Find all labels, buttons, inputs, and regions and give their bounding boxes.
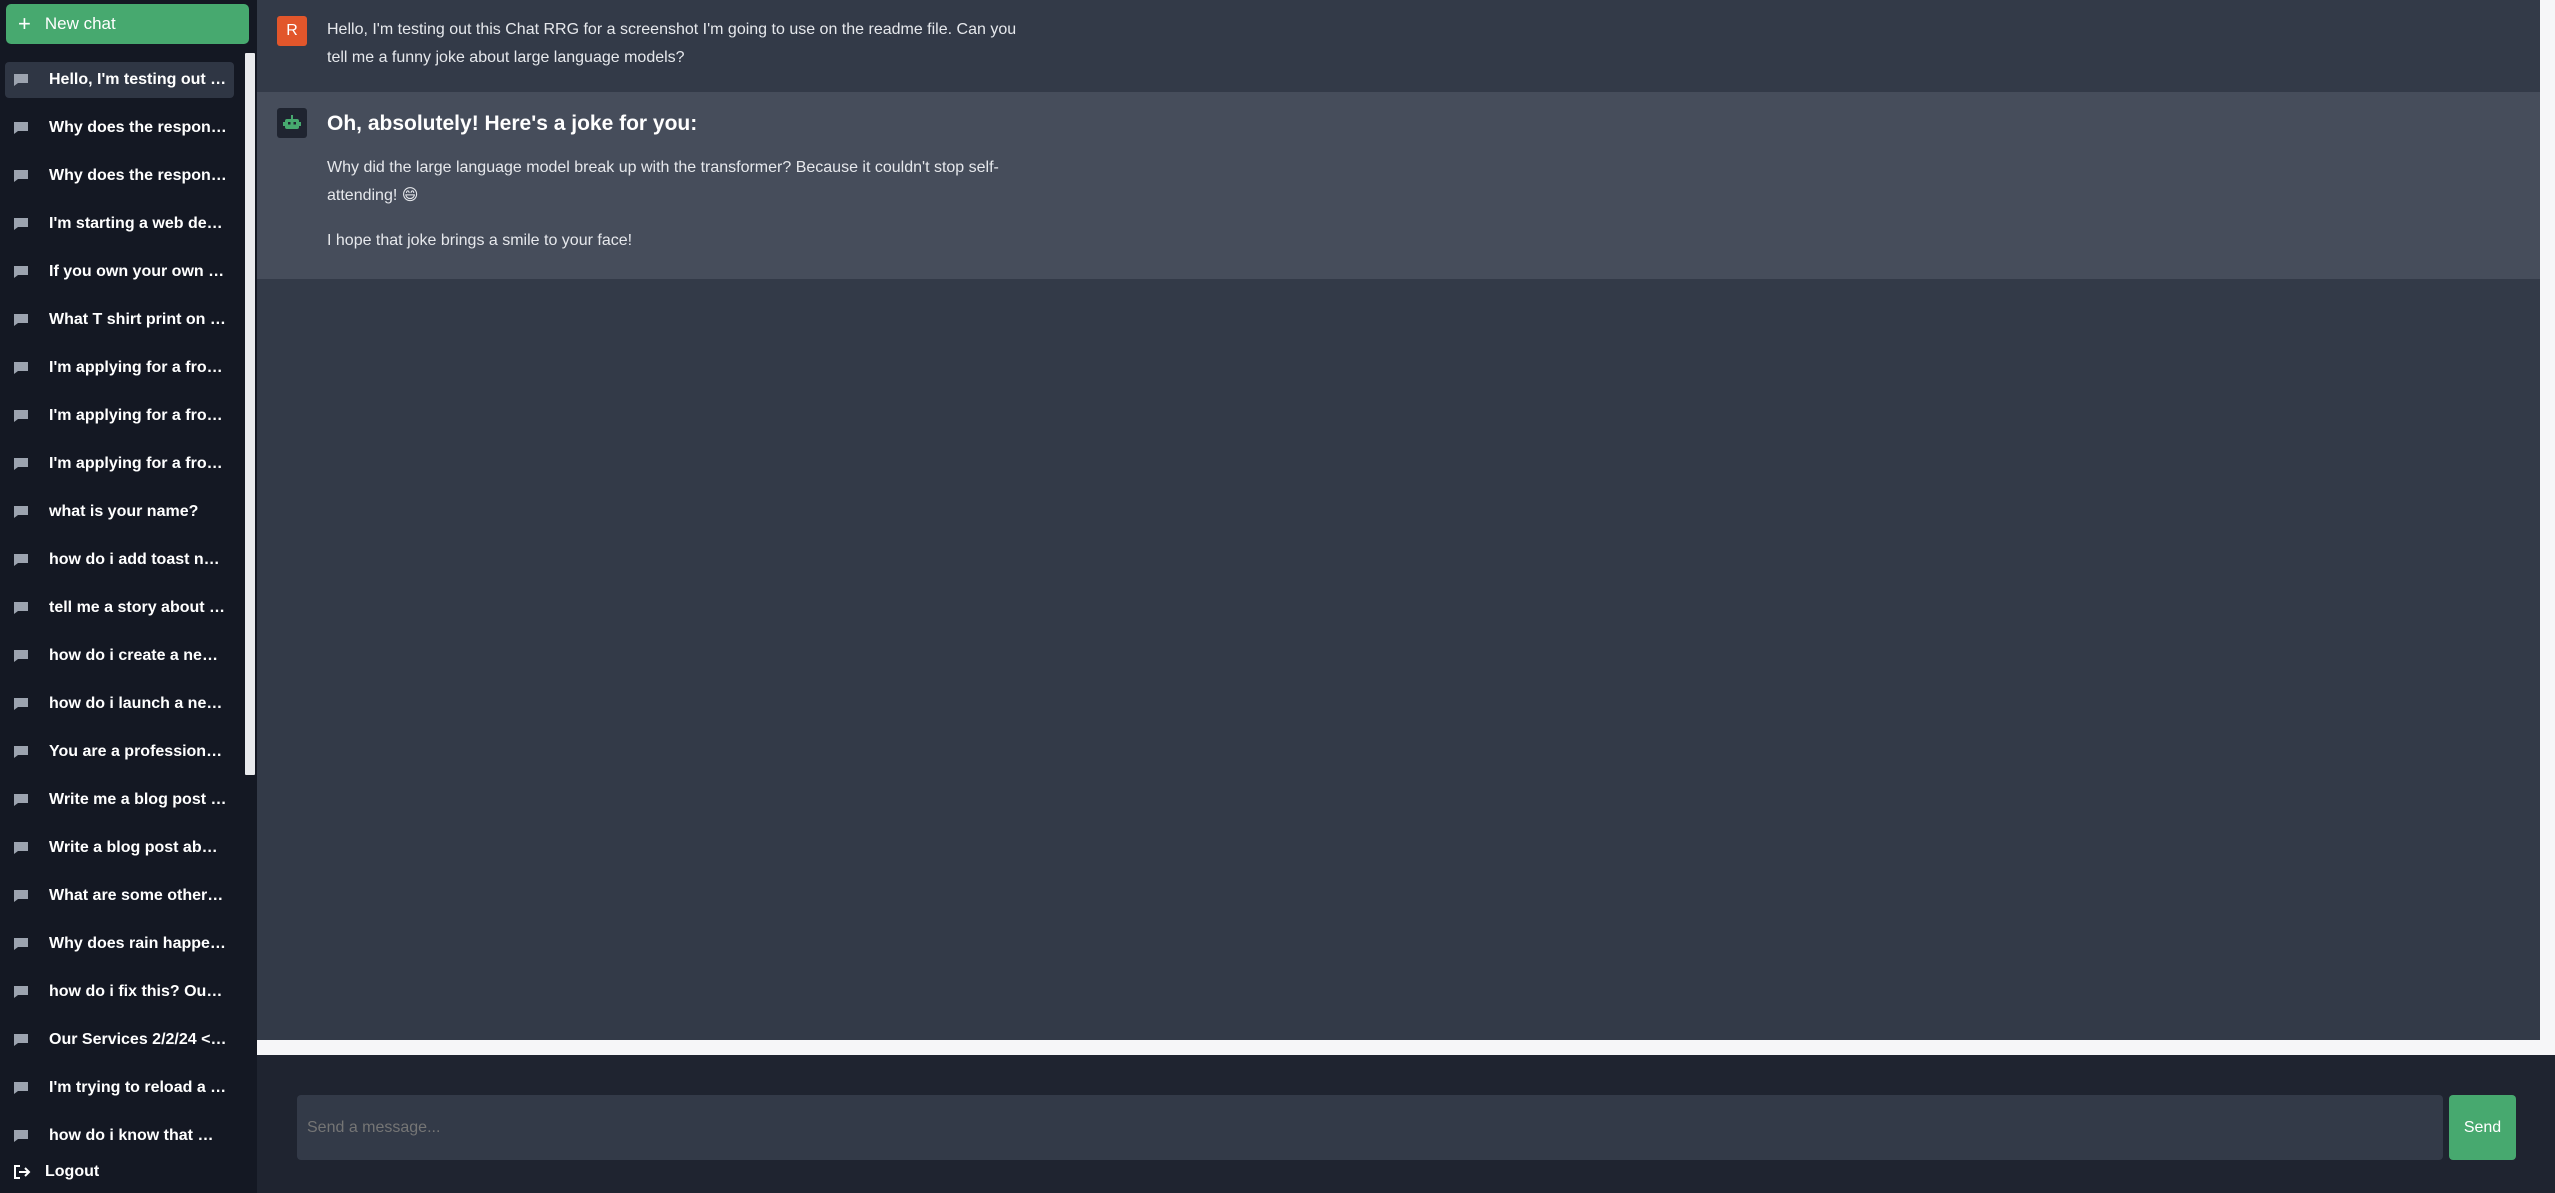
chat-history-item[interactable]: I'm applying for a front ... <box>5 350 234 386</box>
chat-history-item[interactable]: how do i add toast notifi... <box>5 542 234 578</box>
chat-history-label: I'm starting a web desig... <box>49 215 227 232</box>
logout-label: Logout <box>45 1163 100 1180</box>
chat-history-item[interactable]: what is your name? <box>5 494 234 530</box>
bot-closing-text: I hope that joke brings a smile to your … <box>327 232 633 249</box>
user-message-text: Hello, I'm testing out this Chat RRG for… <box>327 21 1017 66</box>
plus-icon: + <box>18 11 31 36</box>
sidebar-scrollbar[interactable] <box>243 53 257 1145</box>
chat-bubble-icon <box>13 745 29 759</box>
chat-history-label: Write a blog post about ... <box>49 839 227 856</box>
chat-history-label: how do i launch a new a... <box>49 695 227 712</box>
chat-bubble-icon <box>13 121 29 135</box>
chat-bubble-icon <box>13 601 29 615</box>
chat-history-label: Why does rain happen? <box>49 935 227 952</box>
user-avatar: R <box>277 16 307 46</box>
chat-history-item[interactable]: tell me a story about Ta... <box>5 590 234 626</box>
chat-bubble-icon <box>13 73 29 87</box>
chat-history-item[interactable]: I'm applying for a front ... <box>5 398 234 434</box>
sidebar: + New chat Hello, I'm testing out this C… <box>0 0 257 1193</box>
chat-history-item[interactable]: I'm trying to reload a ta... <box>5 1070 234 1106</box>
chat-history-item[interactable]: Why does the response ... <box>5 110 234 146</box>
chat-bubble-icon <box>13 937 29 951</box>
new-chat-button[interactable]: + New chat <box>6 4 249 44</box>
chat-history-item[interactable]: how do i create a new a... <box>5 638 234 674</box>
chat-history-label: how do i know that my ... <box>49 1127 227 1144</box>
chat-bubble-icon <box>13 1129 29 1143</box>
chat-history-item[interactable]: Write a blog post about ... <box>5 830 234 866</box>
horizontal-scrollbar[interactable] <box>257 1040 2540 1055</box>
bot-heading: Oh, absolutely! Here's a joke for you: <box>327 112 698 135</box>
chat-bubble-icon <box>13 217 29 231</box>
chat-history-item[interactable]: Our Services 2/2/24 <di... <box>5 1022 234 1058</box>
chat-history-label: Hello, I'm testing out this Chat RRG for… <box>49 71 227 88</box>
chat-bubble-icon <box>13 169 29 183</box>
chat-bubble-icon <box>13 553 29 567</box>
chat-history-label: Why does the response ... <box>49 167 227 184</box>
chat-history-label: how do i fix this? Our Fi... <box>49 983 227 1000</box>
chat-history-label: how do i create a new a... <box>49 647 227 664</box>
chat-bubble-icon <box>13 1033 29 1047</box>
sidebar-scrollbar-thumb[interactable] <box>245 53 255 775</box>
chat-bubble-icon <box>13 313 29 327</box>
user-initial: R <box>286 22 298 39</box>
chat-bubble-icon <box>13 361 29 375</box>
chat-history-label: What are some other w... <box>49 887 227 904</box>
chat-bubble-icon <box>13 889 29 903</box>
chat-history-label: I'm applying for a front ... <box>49 359 227 376</box>
chat-bubble-icon <box>13 409 29 423</box>
chat-history-item[interactable]: You are a professional p... <box>5 734 234 770</box>
chat-bubble-icon <box>13 265 29 279</box>
chat-bubble-icon <box>13 697 29 711</box>
send-button[interactable]: Send <box>2449 1095 2516 1160</box>
chat-history-item[interactable]: Hello, I'm testing out this Chat RRG for… <box>5 62 234 98</box>
bot-avatar <box>277 108 307 138</box>
chat-history-label: You are a professional p... <box>49 743 227 760</box>
bot-body-text: Why did the large language model break u… <box>327 159 999 204</box>
chat-history-item[interactable]: Why does the response ... <box>5 158 234 194</box>
chat-history-item[interactable]: Why does rain happen? <box>5 926 234 962</box>
robot-icon <box>283 115 301 129</box>
chat-history-label: I'm trying to reload a ta... <box>49 1079 227 1096</box>
conversation: R Hello, I'm testing out this Chat RRG f… <box>257 0 2540 1040</box>
chat-bubble-icon <box>13 1081 29 1095</box>
chat-history-label: What T shirt print on de... <box>49 311 227 328</box>
chat-history-label: what is your name? <box>49 503 199 520</box>
chat-history-label: Why does the response ... <box>49 119 227 136</box>
bot-message: Oh, absolutely! Here's a joke for you: W… <box>257 92 2540 279</box>
chat-history-item[interactable]: how do i know that my ... <box>5 1118 234 1146</box>
chat-bubble-icon <box>13 457 29 471</box>
chat-history-list: Hello, I'm testing out this Chat RRG for… <box>0 56 243 1146</box>
chat-history-item[interactable]: If you own your own we... <box>5 254 234 290</box>
conversation-scrollbar[interactable] <box>2540 0 2555 1055</box>
logout-icon <box>14 1165 31 1179</box>
chat-history-label: Write me a blog post ab... <box>49 791 227 808</box>
chat-history-item[interactable]: how do i launch a new a... <box>5 686 234 722</box>
chat-history-item[interactable]: What are some other w... <box>5 878 234 914</box>
chat-history-item[interactable]: how do i fix this? Our Fi... <box>5 974 234 1010</box>
chat-history-label: Our Services 2/2/24 <di... <box>49 1031 227 1048</box>
chat-bubble-icon <box>13 649 29 663</box>
chat-bubble-icon <box>13 793 29 807</box>
chat-history-label: I'm applying for a front ... <box>49 455 227 472</box>
message-input[interactable] <box>297 1095 2443 1160</box>
chat-history-item[interactable]: Write me a blog post ab... <box>5 782 234 818</box>
chat-history-item[interactable]: What T shirt print on de... <box>5 302 234 338</box>
chat-bubble-icon <box>13 985 29 999</box>
chat-bubble-icon <box>13 841 29 855</box>
chat-history-label: If you own your own we... <box>49 263 227 280</box>
chat-history-label: I'm applying for a front ... <box>49 407 227 424</box>
logout-button[interactable]: Logout <box>0 1153 243 1191</box>
new-chat-label: New chat <box>44 14 116 33</box>
chat-history-item[interactable]: I'm starting a web desig... <box>5 206 234 242</box>
main-panel: R Hello, I'm testing out this Chat RRG f… <box>257 0 2555 1193</box>
chat-history-item[interactable]: I'm applying for a front ... <box>5 446 234 482</box>
chat-bubble-icon <box>13 505 29 519</box>
chat-history-label: how do i add toast notifi... <box>49 551 227 568</box>
user-message: R Hello, I'm testing out this Chat RRG f… <box>257 0 2540 92</box>
chat-history-label: tell me a story about Ta... <box>49 599 227 616</box>
